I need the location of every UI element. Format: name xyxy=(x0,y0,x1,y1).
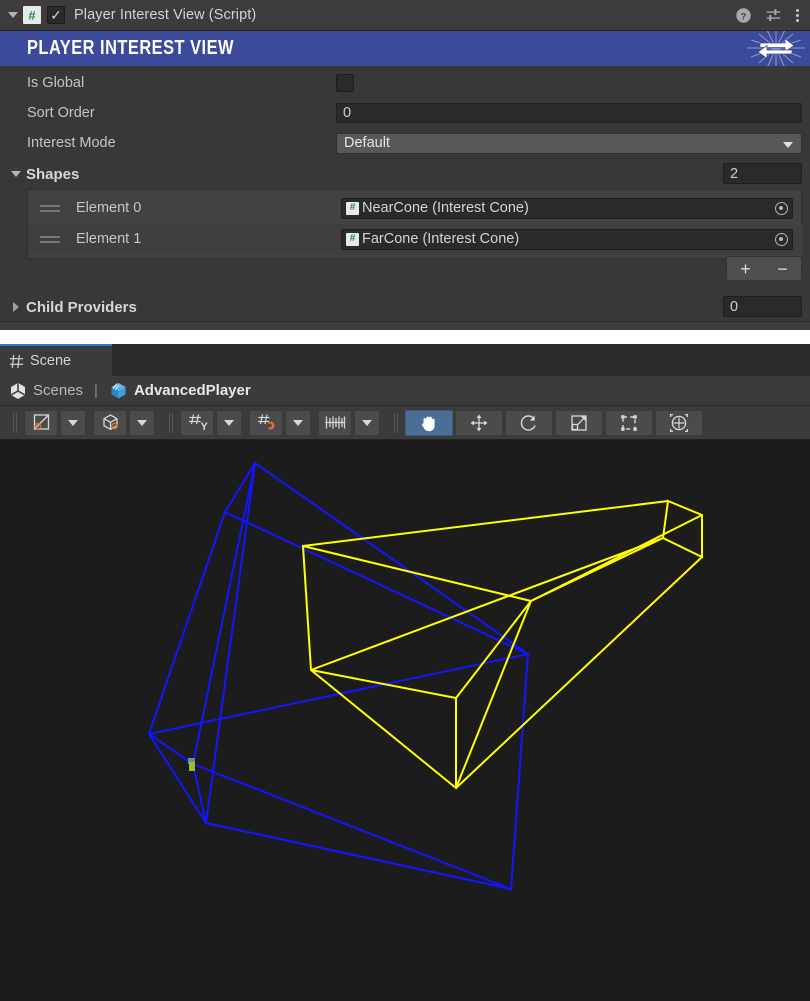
banner-title: PLAYER INTEREST VIEW xyxy=(27,37,234,59)
scene-viewport[interactable] xyxy=(0,440,810,1001)
table-row[interactable]: Element 1 # FarCone (Interest Cone) xyxy=(28,224,803,254)
drag-handle-icon[interactable] xyxy=(40,233,60,245)
tab-scene-label: Scene xyxy=(30,353,72,369)
component-header[interactable]: # ✓ Player Interest View (Script) ? xyxy=(0,0,810,31)
rect-transform-icon xyxy=(621,414,637,431)
shapes-foldout-arrow[interactable] xyxy=(9,167,23,181)
scale-tool-button[interactable] xyxy=(555,409,603,436)
scene-toolbar: Y xyxy=(0,406,810,440)
hand-icon xyxy=(421,416,435,431)
draw-mode-dropdown[interactable] xyxy=(60,409,86,436)
sort-order-label: Sort Order xyxy=(27,105,95,121)
element-1-label: Element 1 xyxy=(76,231,142,247)
shading-mode-icon xyxy=(33,414,49,430)
gizmo-cube-icon xyxy=(102,414,118,431)
inspector-footer xyxy=(0,321,810,330)
rotate-tool-button[interactable] xyxy=(505,409,553,436)
tab-scene[interactable]: Scene xyxy=(0,344,112,376)
grid-axis-button[interactable]: Y xyxy=(180,409,214,436)
exchange-arrows-logo xyxy=(747,31,805,66)
element-1-object-name: FarCone (Interest Cone) xyxy=(362,231,520,247)
move-arrows-icon xyxy=(470,414,488,431)
csharp-script-icon: # xyxy=(23,6,41,24)
component-foldout-arrow[interactable] xyxy=(6,8,20,22)
property-row-is-global: Is Global xyxy=(0,68,810,98)
property-row-interest-mode: Interest Mode Default xyxy=(0,128,810,158)
transform-tool-button[interactable] xyxy=(655,409,703,436)
element-0-object-name: NearCone (Interest Cone) xyxy=(362,200,529,216)
interest-mode-label: Interest Mode xyxy=(27,135,116,151)
rect-tool-button[interactable] xyxy=(605,409,653,436)
kebab-menu-icon[interactable] xyxy=(795,7,799,24)
child-providers-foldout-arrow[interactable] xyxy=(9,300,23,314)
breadcrumb-item-scenes[interactable]: Scenes xyxy=(33,382,83,399)
array-add-remove-group: + − xyxy=(726,256,802,281)
move-tool-button[interactable] xyxy=(455,409,503,436)
object-picker-icon[interactable] xyxy=(770,199,792,218)
shapes-array-box: Element 0 # NearCone (Interest Cone) Ele… xyxy=(27,189,803,259)
is-global-checkbox[interactable] xyxy=(336,74,354,92)
grid-snap-dropdown[interactable] xyxy=(285,409,311,436)
csharp-script-icon: # xyxy=(346,232,359,246)
remove-element-button[interactable]: − xyxy=(764,257,801,280)
toolbar-separator xyxy=(167,412,175,433)
grid-snap-button[interactable] xyxy=(249,409,283,436)
child-providers-size-input[interactable]: 0 xyxy=(723,296,802,317)
object-picker-icon[interactable] xyxy=(770,230,792,249)
is-global-label: Is Global xyxy=(27,75,85,91)
scene-tabbar: Scene xyxy=(0,344,810,376)
toolbar-separator xyxy=(11,412,19,433)
inspector-panel: # ✓ Player Interest View (Script) ? PLAY… xyxy=(0,0,810,330)
prefab-cube-icon xyxy=(111,383,126,399)
grid-snap-magnet-icon xyxy=(257,414,274,430)
table-row[interactable]: Element 0 # NearCone (Interest Cone) xyxy=(28,193,803,223)
element-0-object-field[interactable]: # NearCone (Interest Cone) xyxy=(341,197,793,219)
ruler-snap-icon xyxy=(325,416,346,429)
add-element-button[interactable]: + xyxy=(727,257,764,280)
interest-mode-dropdown[interactable]: Default xyxy=(336,132,802,154)
element-1-object-field[interactable]: # FarCone (Interest Cone) xyxy=(341,228,793,250)
csharp-script-icon: # xyxy=(346,201,359,215)
property-row-sort-order: Sort Order 0 xyxy=(0,98,810,128)
draw-mode-button[interactable] xyxy=(24,409,58,436)
increment-snap-button[interactable] xyxy=(318,409,352,436)
breadcrumb-item-advancedplayer[interactable]: AdvancedPlayer xyxy=(134,382,251,399)
breadcrumb: Scenes | AdvancedPlayer xyxy=(0,376,810,406)
toolbar-separator xyxy=(392,412,400,433)
child-providers-foldout[interactable]: Child Providers 0 xyxy=(0,293,810,321)
origin-marker-gizmo xyxy=(188,758,195,771)
transform-tool-icon xyxy=(669,413,689,432)
component-header-icons: ? xyxy=(735,7,810,24)
preset-sliders-icon[interactable] xyxy=(765,7,782,24)
scene-grid-icon xyxy=(9,354,24,368)
component-enabled-checkbox[interactable]: ✓ xyxy=(47,6,65,24)
child-providers-label: Child Providers xyxy=(26,298,137,316)
sort-order-input[interactable]: 0 xyxy=(336,103,802,123)
shapes-size-input[interactable]: 2 xyxy=(723,163,802,184)
scale-icon xyxy=(571,414,587,431)
svg-text:Y: Y xyxy=(200,421,208,433)
shapes-foldout-header[interactable]: Shapes 2 xyxy=(0,160,810,188)
scene-view-panel: Scene Scenes | AdvancedPlayer Y xyxy=(0,344,810,1001)
gizmos-dropdown[interactable] xyxy=(129,409,155,436)
unity-editor-window: # ✓ Player Interest View (Script) ? PLAY… xyxy=(0,0,810,1001)
component-title: Player Interest View (Script) xyxy=(74,7,257,23)
gizmos-button[interactable] xyxy=(93,409,127,436)
increment-snap-dropdown[interactable] xyxy=(354,409,380,436)
scene-gizmo-wireframes xyxy=(147,461,703,891)
help-icon[interactable]: ? xyxy=(735,7,752,24)
unity-scene-icon xyxy=(11,382,25,399)
element-0-label: Element 0 xyxy=(76,200,142,216)
grid-axis-dropdown[interactable] xyxy=(216,409,242,436)
component-banner: PLAYER INTEREST VIEW xyxy=(0,31,810,66)
drag-handle-icon[interactable] xyxy=(40,202,60,214)
panel-divider xyxy=(0,330,810,344)
breadcrumb-separator: | xyxy=(94,382,98,399)
svg-text:?: ? xyxy=(741,11,747,21)
rotate-icon xyxy=(520,414,536,431)
gizmo-farcone-wireframe xyxy=(301,499,703,790)
grid-y-axis-icon: Y xyxy=(188,414,208,433)
shapes-label: Shapes xyxy=(26,165,80,183)
hand-tool-button[interactable] xyxy=(405,409,453,436)
